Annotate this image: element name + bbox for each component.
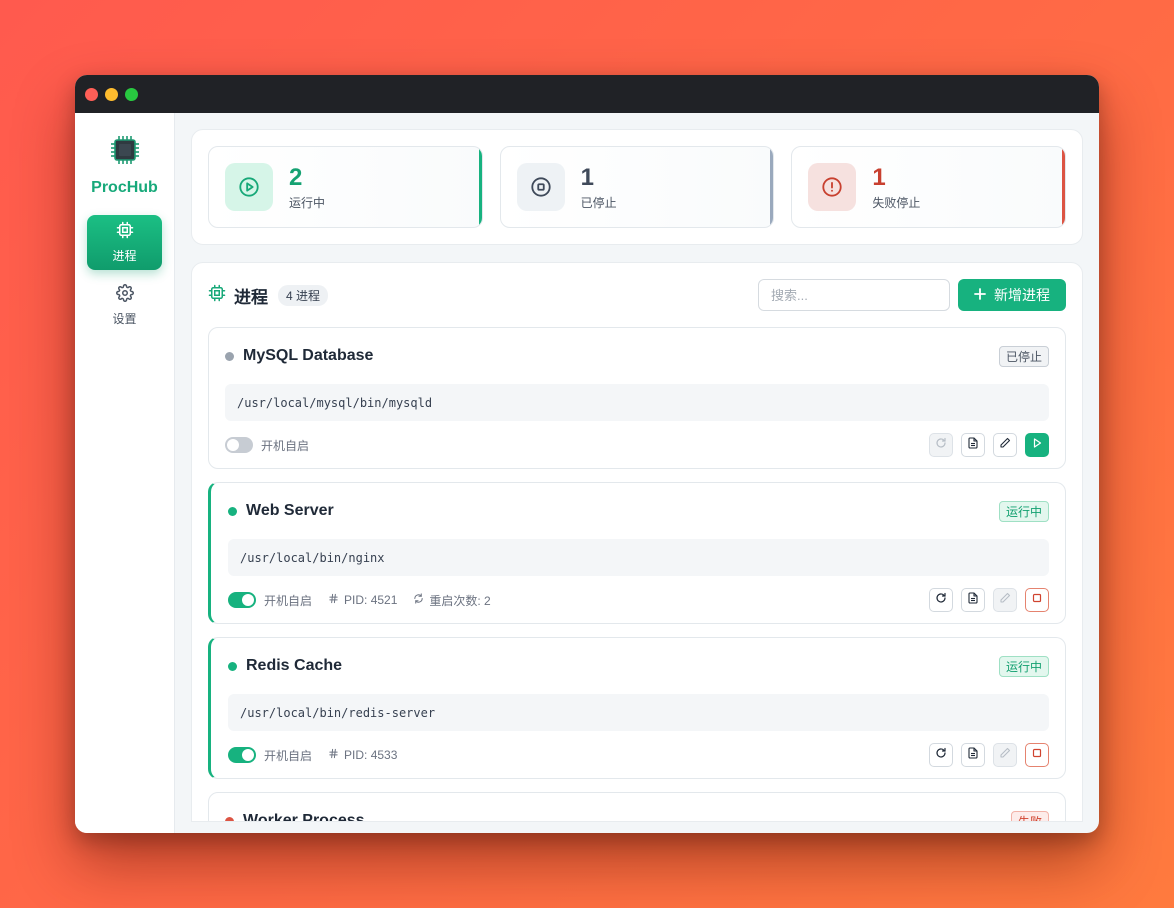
logs-button[interactable] — [961, 743, 985, 767]
autostart-toggle[interactable] — [228, 747, 256, 763]
plus-icon — [974, 287, 986, 303]
restart-button[interactable] — [929, 433, 953, 457]
processes-panel: 进程 4 进程 新增进程 MySQL Database — [191, 262, 1083, 822]
process-name: Web Server — [246, 502, 334, 519]
pid-label: PID: 4521 — [344, 593, 398, 607]
nav-label-processes: 进程 — [112, 249, 137, 263]
zoom-window-button[interactable] — [125, 87, 138, 101]
stop-icon — [1031, 746, 1043, 764]
stat-card-stopped: 1 已停止 — [499, 146, 775, 228]
nav-item-processes[interactable]: 进程 — [87, 215, 162, 270]
sidebar: ProcHub 进程 设置 — [75, 113, 175, 833]
restart-button[interactable] — [929, 743, 953, 767]
process-command: /usr/local/bin/redis-server — [228, 694, 1049, 731]
close-window-button[interactable] — [85, 87, 98, 101]
status-badge: 失败 — [1010, 810, 1049, 821]
status-dot — [228, 506, 237, 516]
pencil-icon — [999, 591, 1011, 609]
title-bar — [75, 75, 1099, 113]
nav-item-settings[interactable]: 设置 — [87, 278, 162, 333]
stat-value-stopped: 1 — [580, 163, 595, 191]
stop-button[interactable] — [1025, 743, 1049, 767]
stop-icon — [1031, 591, 1043, 609]
edit-button[interactable] — [993, 433, 1017, 457]
hash-icon — [328, 748, 339, 762]
restart-count-info: 重启次数: 2 — [413, 592, 491, 609]
pid-label: PID: 4533 — [344, 748, 398, 762]
status-dot — [225, 816, 234, 821]
stat-card-failed: 1 失败停止 — [791, 146, 1067, 228]
cpu-icon — [116, 221, 134, 242]
add-process-label: 新增进程 — [994, 287, 1050, 303]
page-title: 进程 — [234, 287, 268, 307]
restart-count-label: 重启次数: 2 — [429, 593, 491, 608]
pencil-icon — [999, 746, 1011, 764]
cpu-icon — [208, 284, 226, 307]
status-dot — [225, 351, 234, 361]
file-text-icon — [967, 436, 979, 454]
play-circle-icon — [225, 163, 273, 211]
autostart-toggle[interactable] — [225, 437, 253, 453]
process-card: Worker Process 失败 — [208, 792, 1066, 822]
add-process-button[interactable]: 新增进程 — [958, 279, 1066, 311]
logs-button[interactable] — [961, 588, 985, 612]
status-badge: 运行中 — [998, 655, 1049, 677]
process-command: /usr/local/bin/nginx — [228, 539, 1049, 576]
stop-button[interactable] — [1025, 588, 1049, 612]
file-text-icon — [967, 746, 979, 764]
refresh-icon — [935, 436, 947, 454]
stop-circle-icon — [516, 163, 565, 211]
stat-value-failed: 1 — [872, 163, 886, 191]
stat-label-running: 运行中 — [289, 195, 326, 210]
start-button[interactable] — [1025, 433, 1049, 457]
process-count-badge: 4 进程 — [278, 284, 329, 306]
stats-panel: 2 运行中 1 已停止 1 失败停止 — [191, 129, 1083, 245]
cpu-chip-icon — [108, 133, 142, 167]
status-badge: 运行中 — [998, 500, 1049, 522]
process-name: MySQL Database — [243, 347, 374, 364]
process-card: Web Server 运行中 /usr/local/bin/nginx 开机自启… — [208, 482, 1066, 624]
stat-label-failed: 失败停止 — [872, 195, 921, 210]
alert-circle-icon — [808, 163, 857, 211]
refresh-icon — [413, 593, 424, 607]
autostart-toggle[interactable] — [228, 592, 256, 608]
nav-label-settings: 设置 — [112, 312, 137, 326]
edit-button[interactable] — [993, 743, 1017, 767]
restart-button[interactable] — [929, 588, 953, 612]
stat-card-running: 2 运行中 — [208, 146, 483, 228]
hash-icon — [328, 593, 339, 607]
logs-button[interactable] — [961, 433, 985, 457]
app-window: ProcHub 进程 设置 2 运行中 1 已停止 1 失败停止 进程 4 进程… — [75, 75, 1099, 833]
process-name: Worker Process — [243, 812, 365, 822]
autostart-label: 开机自启 — [261, 438, 310, 453]
pencil-icon — [999, 436, 1011, 454]
processes-header: 进程 4 进程 新增进程 — [208, 279, 1066, 311]
play-icon — [1031, 436, 1043, 454]
status-badge: 已停止 — [998, 345, 1049, 367]
stat-label-stopped: 已停止 — [580, 195, 617, 210]
gear-icon — [115, 284, 134, 305]
pid-info: PID: 4521 — [328, 593, 397, 607]
process-command: /usr/local/mysql/bin/mysqld — [225, 384, 1049, 421]
app-name: ProcHub — [91, 179, 158, 196]
process-name: Redis Cache — [246, 657, 343, 674]
refresh-icon — [935, 591, 947, 609]
search-input[interactable] — [758, 279, 950, 311]
main-content: 2 运行中 1 已停止 1 失败停止 进程 4 进程 搜索... 新增进程 My… — [175, 113, 1099, 833]
status-dot — [228, 661, 237, 671]
refresh-icon — [935, 746, 947, 764]
file-text-icon — [967, 591, 979, 609]
autostart-label: 开机自启 — [264, 593, 313, 608]
process-card: MySQL Database 已停止 /usr/local/mysql/bin/… — [208, 327, 1066, 469]
stat-value-running: 2 — [289, 163, 303, 191]
minimize-window-button[interactable] — [105, 87, 118, 101]
process-card: Redis Cache 运行中 /usr/local/bin/redis-ser… — [208, 637, 1066, 779]
pid-info: PID: 4533 — [328, 748, 397, 762]
edit-button[interactable] — [993, 588, 1017, 612]
autostart-label: 开机自启 — [264, 748, 313, 763]
